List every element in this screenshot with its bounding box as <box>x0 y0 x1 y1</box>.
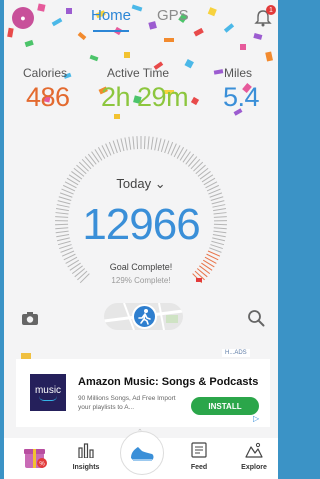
gauge-tick <box>84 156 94 167</box>
gauge-tick <box>188 156 198 167</box>
ad-description: 90 Millions Songs, Ad Free Import your p… <box>78 395 176 411</box>
active-time-label: Active Time <box>107 66 170 80</box>
search-icon[interactable] <box>247 309 265 327</box>
gauge-tick <box>157 138 162 152</box>
miles-value[interactable]: 5.4 <box>223 82 260 113</box>
feed-icon <box>191 442 207 458</box>
camera-icon[interactable] <box>21 310 39 326</box>
runner-icon <box>132 304 157 329</box>
amazon-smile-icon <box>39 396 57 401</box>
nav-insights-label: Insights <box>72 464 100 471</box>
calories-value[interactable]: 486 <box>26 82 70 113</box>
gauge-tick <box>120 138 125 152</box>
gauge-tick <box>150 136 154 150</box>
miles-label: Miles <box>224 66 253 80</box>
gauge-tick <box>112 140 118 154</box>
install-button[interactable]: INSTALL <box>191 397 259 415</box>
ad-choices-label[interactable]: H...ADS <box>222 349 250 357</box>
period-label: Today <box>116 176 152 191</box>
active-time-value[interactable]: 2h 29m <box>101 82 189 113</box>
gauge-tick <box>147 136 150 150</box>
gauge-tick <box>81 158 92 170</box>
user-icon: ● <box>20 13 26 23</box>
period-selector[interactable]: Today ⌄ <box>4 176 278 192</box>
ad-banner[interactable]: music Amazon Music: Songs & Podcasts 90 … <box>16 359 270 427</box>
goal-status: Goal Complete! <box>109 262 173 272</box>
step-count: 12966 <box>82 200 200 249</box>
ad-logo-text: music <box>34 384 62 396</box>
notification-badge: 1 <box>266 5 276 15</box>
center-activity-button[interactable] <box>120 431 164 475</box>
gauge-tick <box>76 164 87 175</box>
gauge-tick <box>209 192 223 198</box>
gauge-tick <box>116 139 122 153</box>
gauge-tick <box>195 164 206 175</box>
avatar[interactable]: ● <box>12 7 34 29</box>
gauge-tick <box>154 137 158 151</box>
gauge-tick <box>124 137 128 151</box>
amazon-music-logo: music <box>30 374 66 411</box>
goal-percent: 129% Complete! <box>111 276 171 285</box>
gauge-tick <box>87 153 97 165</box>
nav-feed[interactable]: Feed <box>179 442 219 471</box>
gauge-tick <box>128 136 132 150</box>
tab-home[interactable]: Home <box>91 7 131 24</box>
bar-chart-icon <box>78 443 94 459</box>
svg-text:%: % <box>39 462 45 468</box>
play-store-icon: ▷ <box>253 414 260 423</box>
chevron-down-icon: ⌄ <box>154 176 166 191</box>
gift-icon: % <box>24 449 47 468</box>
gauge-tick <box>143 136 146 150</box>
gauge-tick <box>185 153 195 165</box>
active-tab-indicator <box>93 30 129 32</box>
gauge-tick <box>59 192 73 198</box>
gauge-tick <box>78 161 89 172</box>
gps-map-button[interactable] <box>104 303 183 330</box>
shoe-icon <box>131 447 154 461</box>
gauge-tick <box>164 140 170 154</box>
top-bar: ● Home GPS 1 <box>4 0 278 38</box>
nav-explore-label: Explore <box>241 464 267 471</box>
tab-gps[interactable]: GPS <box>157 7 189 24</box>
nav-feed-label: Feed <box>190 464 208 471</box>
gauge-tick <box>190 158 201 170</box>
gauge-tick <box>193 161 204 172</box>
ad-title: Amazon Music: Songs & Podcasts <box>78 376 259 388</box>
calories-label: Calories <box>23 66 68 80</box>
gauge-tick <box>160 139 166 153</box>
gauge-tick <box>132 136 135 150</box>
app-screen: ● Home GPS 1 Calories 486 Active Time 2h… <box>4 0 278 479</box>
explore-icon <box>245 442 263 458</box>
gauge-tick <box>136 136 139 150</box>
nav-insights[interactable]: Insights <box>66 442 106 471</box>
nav-gift[interactable]: % <box>22 442 48 475</box>
nav-explore[interactable]: Explore <box>233 442 275 471</box>
